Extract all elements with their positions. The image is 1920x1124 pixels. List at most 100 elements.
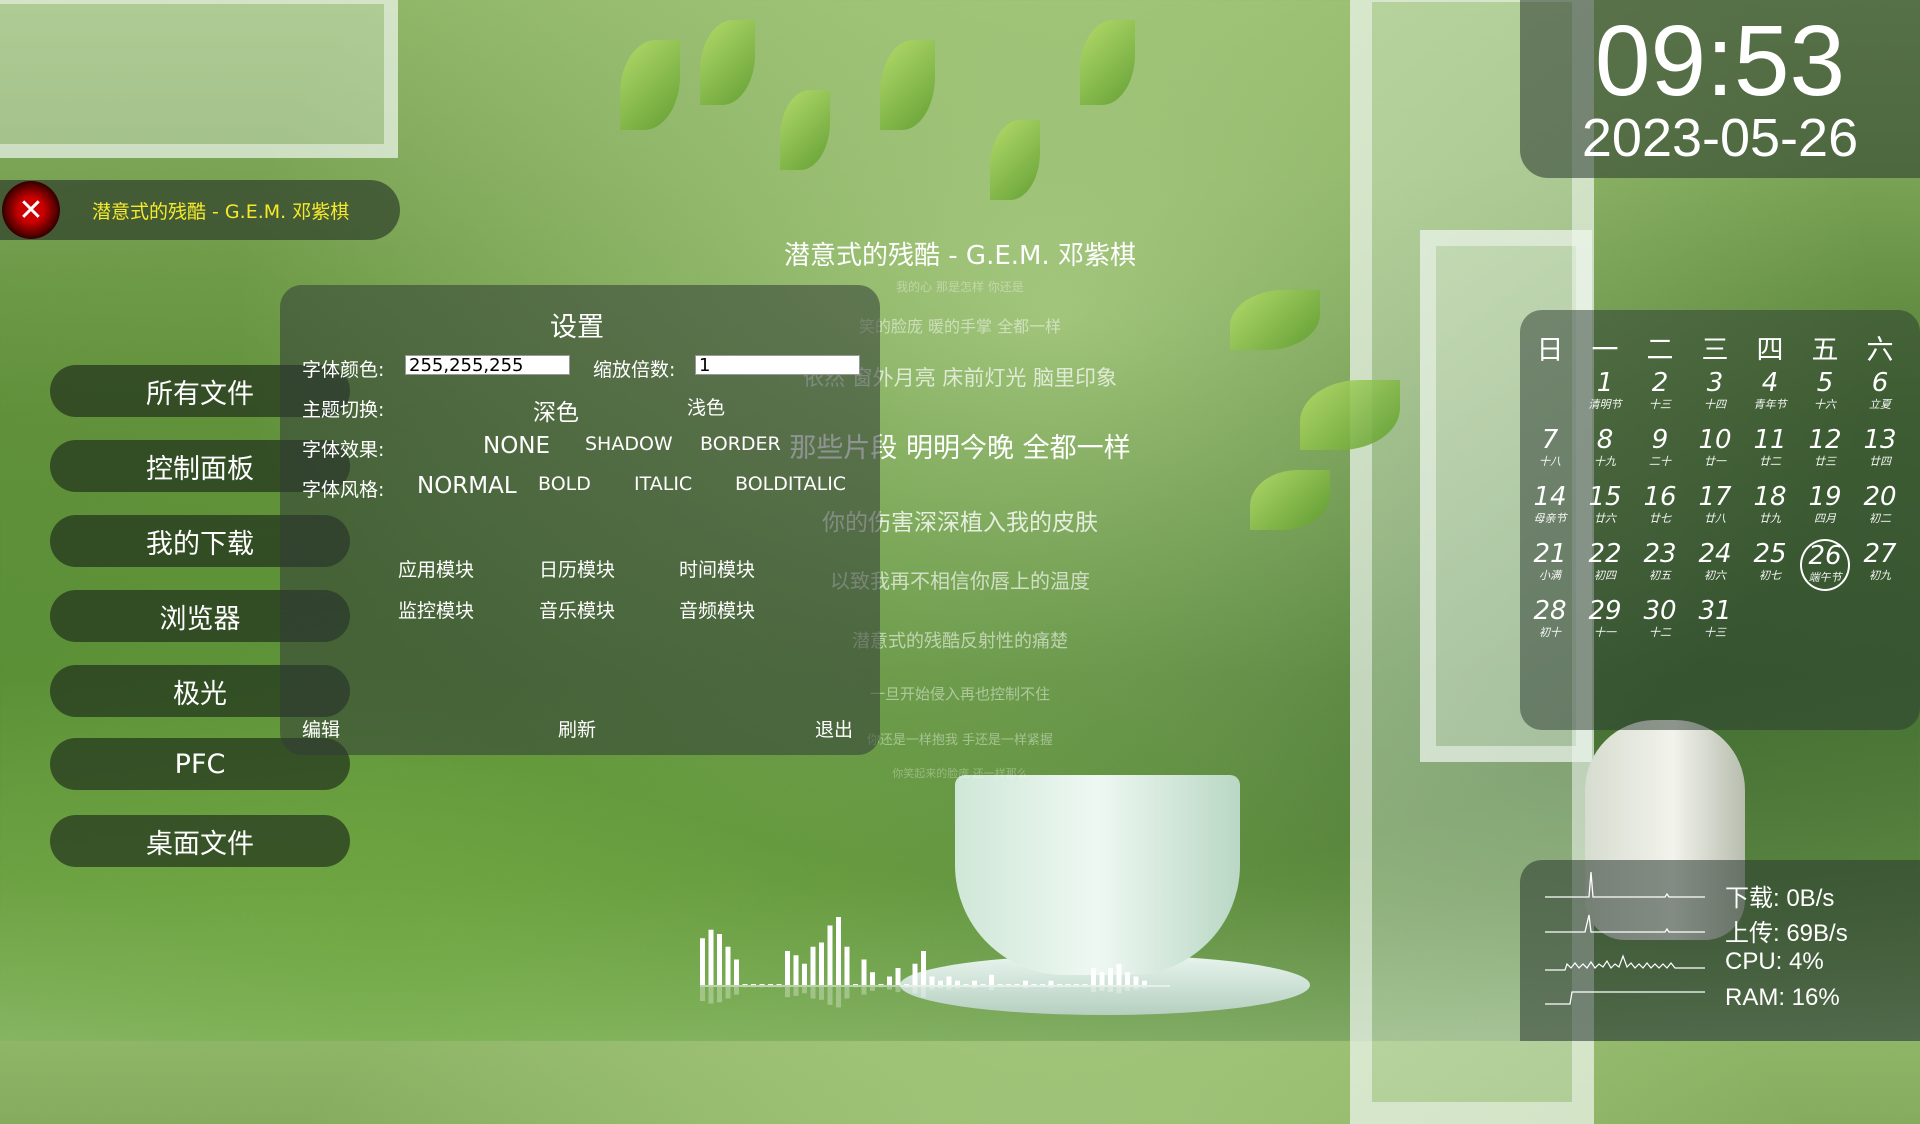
calendar-weekday: 一 (1580, 328, 1630, 367)
spectrum-reflection (1134, 987, 1139, 990)
spectrum-bar (1091, 968, 1096, 985)
calendar-day[interactable]: 3十四 (1690, 368, 1740, 420)
edit-button[interactable]: 编辑 (302, 715, 340, 742)
spectrum-reflection (1049, 987, 1054, 988)
spectrum-bar (709, 930, 714, 985)
now-playing-bar[interactable]: ✕ 潜意式的残酷 - G.E.M. 邓紫棋 (0, 180, 400, 240)
spectrum-reflection (989, 987, 994, 990)
spectrum-reflection (938, 987, 943, 988)
leaf (1230, 290, 1320, 350)
calendar-day[interactable]: 4青年节 (1745, 368, 1795, 420)
calendar-day[interactable]: 9二十 (1635, 425, 1685, 477)
module-toggle-monitor[interactable]: 监控模块 (398, 596, 474, 623)
download-graph (1545, 872, 1705, 902)
calendar-day[interactable]: 10廿一 (1690, 425, 1740, 477)
spectrum-reflection (785, 987, 790, 997)
calendar-day[interactable]: 19四月 (1800, 482, 1850, 534)
spectrum-bar (1108, 968, 1113, 985)
spectrum-bar (887, 977, 892, 986)
calendar-weekday: 六 (1855, 328, 1905, 367)
style-normal-option[interactable]: NORMAL (417, 473, 517, 499)
calendar-day[interactable]: 6立夏 (1855, 368, 1905, 420)
theme-dark-option[interactable]: 深色 (533, 393, 579, 427)
calendar-lunar-label: 廿三 (1800, 455, 1850, 469)
spectrum-reflection (726, 987, 731, 998)
calendar-lunar-label: 初七 (1745, 569, 1795, 583)
calendar-day-number: 10 (1690, 425, 1740, 455)
calendar-day[interactable]: 17廿八 (1690, 482, 1740, 534)
spectrum-bar (1006, 984, 1011, 985)
calendar-day-number: 13 (1855, 425, 1905, 455)
effect-none-option[interactable]: NONE (483, 433, 550, 459)
effect-shadow-option[interactable]: SHADOW (585, 433, 673, 455)
ram-usage: RAM: 16% (1725, 984, 1840, 1012)
calendar-day[interactable]: 13廿四 (1855, 425, 1905, 477)
exit-button[interactable]: 退出 (815, 715, 853, 742)
calendar-lunar-label: 十一 (1580, 626, 1630, 640)
calendar-day[interactable]: 8十九 (1580, 425, 1630, 477)
calendar-day[interactable]: 7十八 (1525, 425, 1575, 477)
spectrum-bar (921, 951, 926, 985)
spectrum-reflection (845, 987, 850, 998)
sidebar-item-desktop-files[interactable]: 桌面文件 (50, 815, 350, 867)
calendar-day[interactable]: 5十六 (1800, 368, 1850, 420)
spectrum-reflection (828, 987, 833, 1005)
style-italic-option[interactable]: ITALIC (634, 473, 692, 495)
font-color-label: 字体颜色: (302, 355, 384, 382)
leaf (700, 20, 755, 105)
calendar-day[interactable]: 24初六 (1690, 539, 1740, 591)
calendar-day[interactable]: 16廿七 (1635, 482, 1685, 534)
module-toggle-time[interactable]: 时间模块 (679, 555, 755, 582)
calendar-weekday: 日 (1525, 328, 1575, 367)
calendar-day[interactable]: 22初四 (1580, 539, 1630, 591)
calendar-lunar-label: 小满 (1525, 569, 1575, 583)
spectrum-bar (734, 960, 739, 986)
refresh-button[interactable]: 刷新 (558, 715, 596, 742)
calendar-day[interactable]: 12廿三 (1800, 425, 1850, 477)
module-toggle-music[interactable]: 音乐模块 (539, 596, 615, 623)
calendar-day[interactable]: 1清明节 (1580, 368, 1630, 420)
calendar-day[interactable]: 2十三 (1635, 368, 1685, 420)
module-toggle-calendar[interactable]: 日历模块 (539, 555, 615, 582)
calendar-day[interactable]: 11廿二 (1745, 425, 1795, 477)
spectrum-bar (930, 977, 935, 986)
calendar-day[interactable]: 25初七 (1745, 539, 1795, 591)
calendar-day[interactable]: 15廿六 (1580, 482, 1630, 534)
calendar-lunar-label: 初四 (1580, 569, 1630, 583)
calendar-day-today[interactable]: 26端午节 (1800, 539, 1850, 591)
calendar-day[interactable]: 14母亲节 (1525, 482, 1575, 534)
theme-light-option[interactable]: 浅色 (687, 393, 725, 420)
calendar-day[interactable]: 31十三 (1690, 596, 1740, 648)
effect-border-option[interactable]: BORDER (700, 433, 781, 455)
spectrum-bar (1074, 984, 1079, 985)
calendar-day[interactable]: 29十一 (1580, 596, 1630, 648)
zoom-input[interactable] (695, 355, 860, 375)
calendar-lunar-label: 四月 (1800, 512, 1850, 526)
calendar-day[interactable]: 23初五 (1635, 539, 1685, 591)
calendar-day-number: 18 (1745, 482, 1795, 512)
spectrum-bar (1032, 984, 1037, 985)
module-toggle-app[interactable]: 应用模块 (398, 555, 474, 582)
spectrum-bar (955, 981, 960, 985)
calendar-day[interactable]: 28初十 (1525, 596, 1575, 648)
spectrum-bar (1049, 981, 1054, 985)
ram-graph (1545, 980, 1705, 1010)
spectrum-bar (862, 960, 867, 986)
font-effect-label: 字体效果: (302, 435, 384, 462)
calendar-day[interactable]: 21小满 (1525, 539, 1575, 591)
calendar-day[interactable]: 30十二 (1635, 596, 1685, 648)
module-toggle-audio[interactable]: 音频模块 (679, 596, 755, 623)
calendar-day[interactable]: 18廿九 (1745, 482, 1795, 534)
calendar-day[interactable]: 27初九 (1855, 539, 1905, 591)
calendar-day[interactable]: 20初二 (1855, 482, 1905, 534)
x-mark-icon[interactable]: ✕ (2, 181, 60, 239)
spectrum-bar (1100, 972, 1105, 985)
lyric-line: 笑的脸庞 暖的手掌 全都一样 (859, 313, 1061, 337)
spectrum-bar (785, 951, 790, 985)
spectrum-reflection (717, 987, 722, 1002)
calendar-day-number: 15 (1580, 482, 1630, 512)
style-bold-option[interactable]: BOLD (538, 473, 591, 495)
style-bolditalic-option[interactable]: BOLDITALIC (735, 473, 846, 495)
calendar-widget: 日一二三四五六1清明节2十三3十四4青年节5十六6立夏7十八8十九9二十10廿一… (1520, 310, 1920, 730)
font-color-input[interactable] (405, 355, 570, 375)
